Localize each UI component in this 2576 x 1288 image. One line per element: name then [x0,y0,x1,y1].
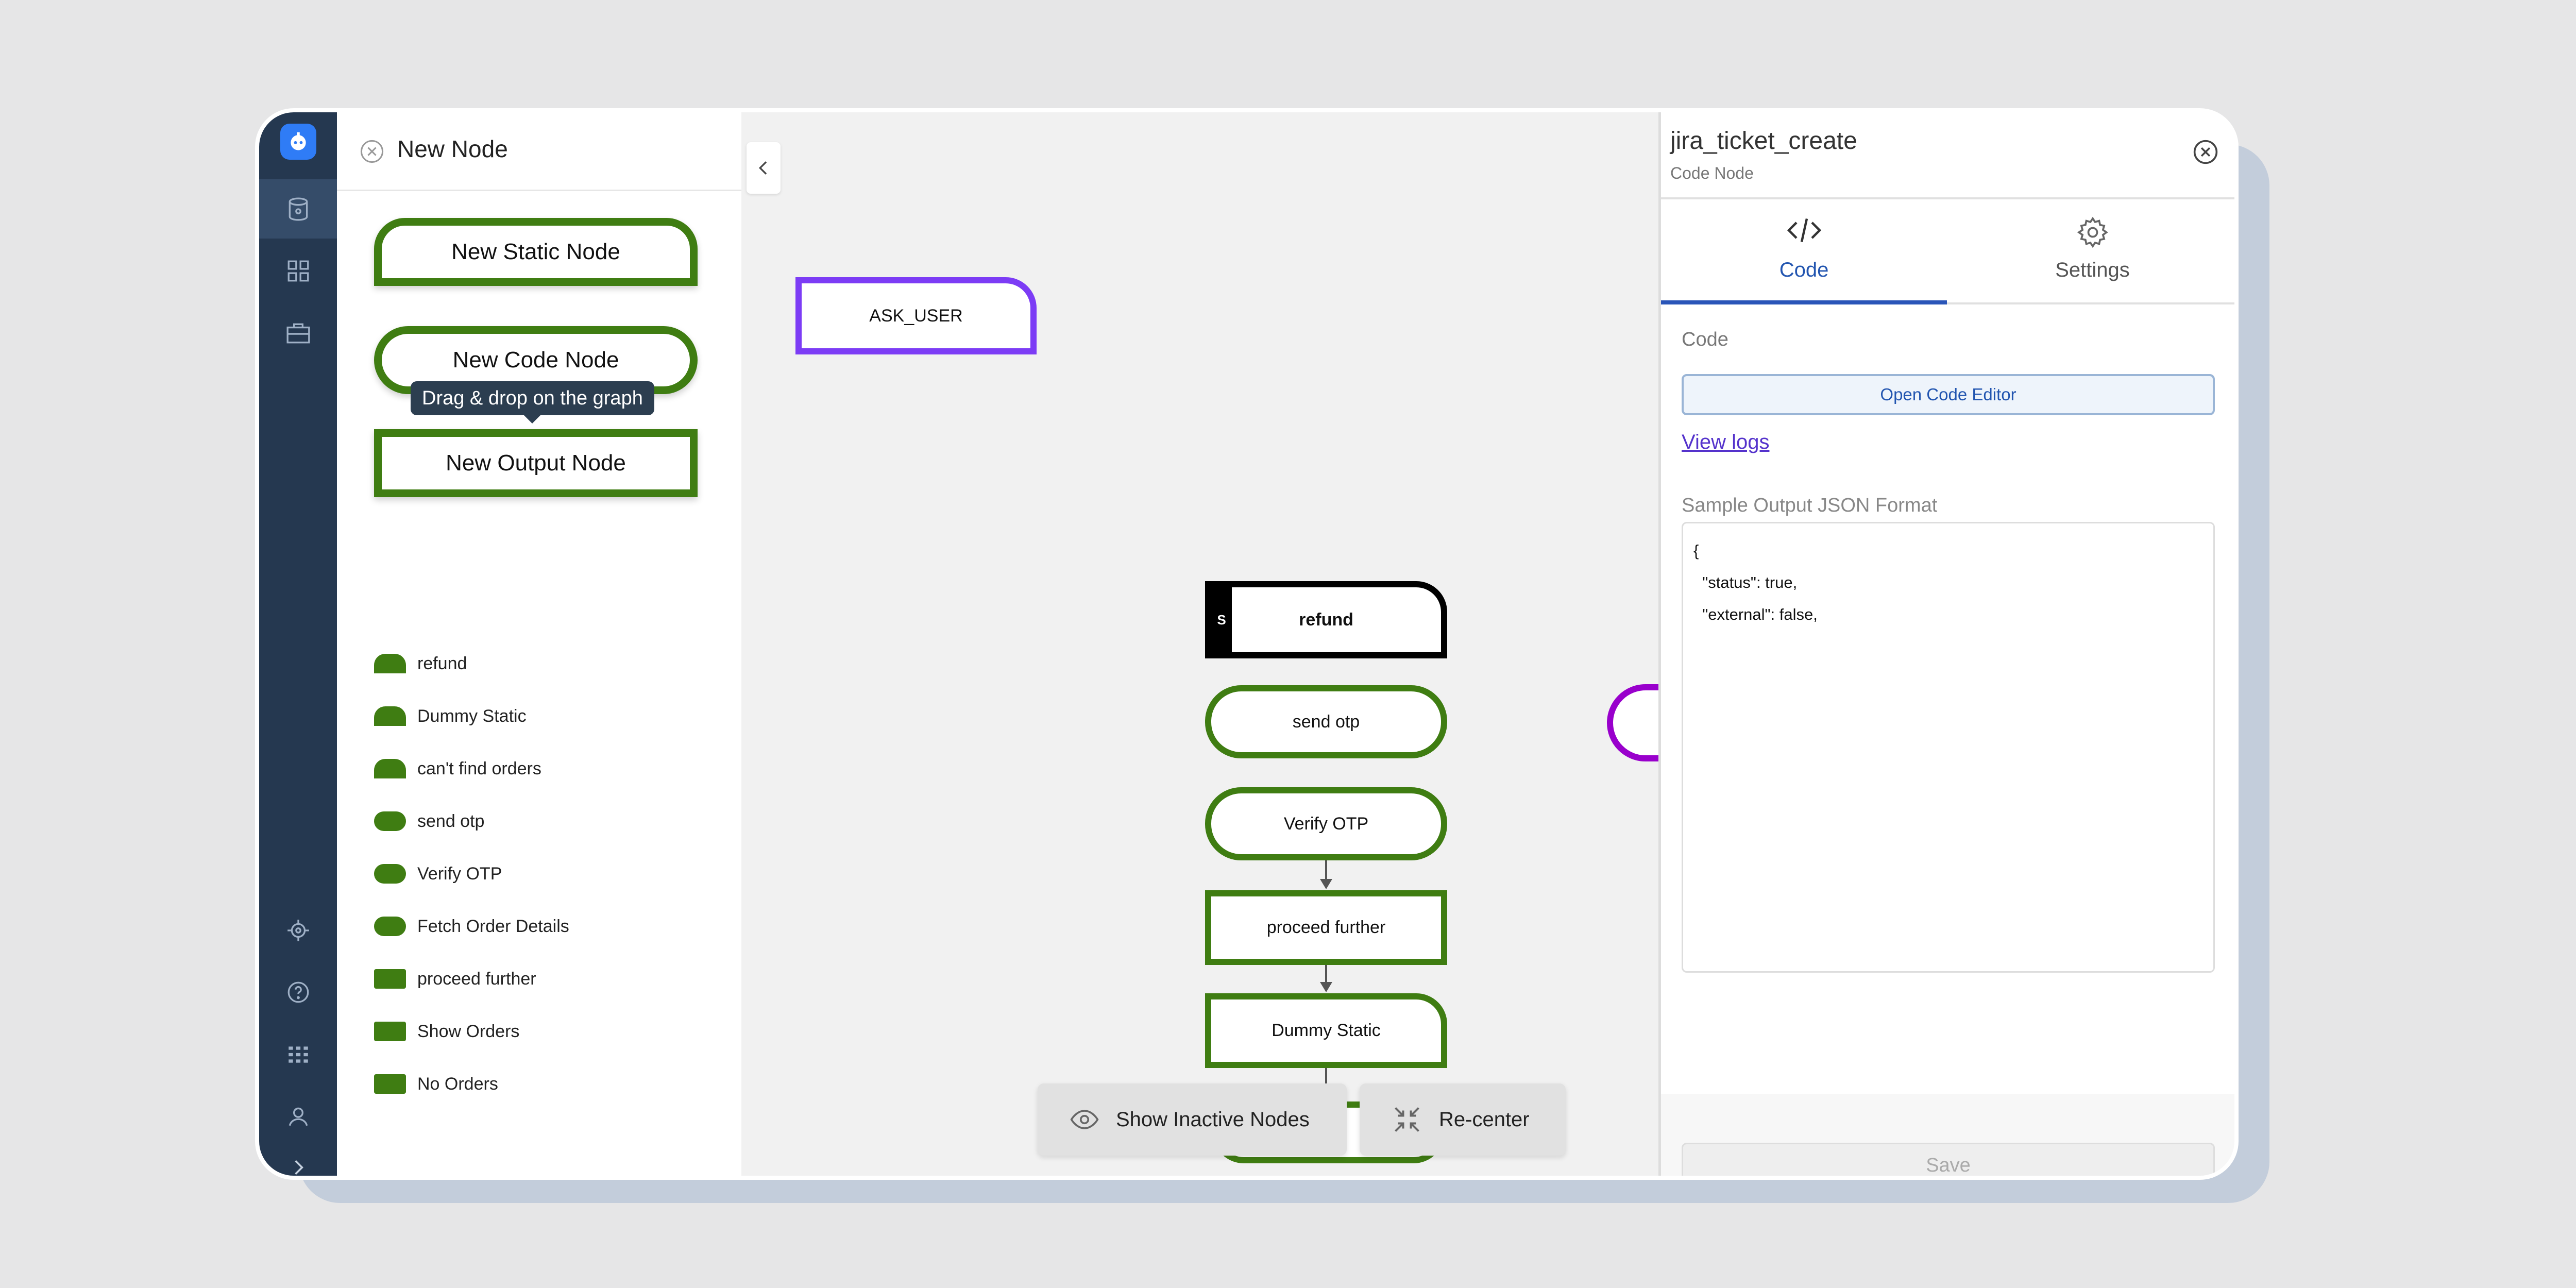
graph-node-ask-user[interactable]: ASK_USER [795,277,1037,354]
list-item[interactable]: No Orders [374,1069,498,1099]
tab-code[interactable]: Code [1661,199,1947,304]
apps-grid-icon [285,1041,311,1067]
static-node-icon [374,654,406,673]
help-icon [285,979,311,1005]
node-label: Verify OTP [1284,814,1368,834]
close-panel-icon[interactable] [2192,138,2219,166]
drag-drop-tooltip: Drag & drop on the graph [411,381,654,415]
node-label: proceed further [1267,918,1386,938]
list-item-label: No Orders [417,1074,498,1094]
recenter-button[interactable]: Re-center [1360,1083,1566,1156]
list-item[interactable]: Verify OTP [374,858,502,889]
open-code-editor-button[interactable]: Open Code Editor [1682,374,2215,415]
edge [1325,965,1327,984]
close-icon[interactable] [359,138,385,165]
list-item[interactable]: can't find orders [374,753,541,784]
static-badge: S [1211,587,1232,652]
new-static-node-button[interactable]: New Static Node [374,218,698,286]
rail-item-apps[interactable] [259,241,337,300]
list-item-label: Fetch Order Details [417,917,569,937]
graph-node-dummy-static[interactable]: Dummy Static [1205,993,1447,1068]
panel-title: New Node [397,135,508,163]
list-item-label: Show Orders [417,1022,519,1042]
json-format-label: Sample Output JSON Format [1682,495,1937,517]
view-logs-link[interactable]: View logs [1682,431,1769,454]
list-item[interactable]: Fetch Order Details [374,911,569,942]
rail-item-help[interactable] [259,962,337,1022]
list-item[interactable]: refund [374,648,467,679]
edge-arrow [1320,879,1332,889]
code-icon [1784,215,1825,246]
graph-node-proceed-further[interactable]: proceed further [1205,890,1447,965]
bot-icon [285,918,311,943]
rail-item-bot[interactable] [259,901,337,960]
tab-settings[interactable]: Settings [1950,199,2235,300]
briefcase-icon [285,320,311,346]
code-node-icon [374,917,406,936]
show-inactive-label: Show Inactive Nodes [1116,1108,1310,1131]
recenter-icon [1392,1104,1422,1135]
list-item-label: proceed further [417,969,536,989]
new-output-node-button[interactable]: New Output Node [374,429,698,497]
rail-item-profile[interactable] [259,1086,337,1145]
list-item-label: send otp [417,811,484,832]
list-item-label: refund [417,654,467,674]
bot-logo-icon[interactable] [280,124,316,160]
graph-canvas[interactable]: ASK_USER S refund send otp Verify OTP pr… [741,112,1658,1176]
rail-item-tools[interactable] [259,303,337,362]
user-icon [285,1103,311,1129]
grid-icon [285,258,311,284]
list-item[interactable]: Show Orders [374,1016,519,1047]
list-item-label: Dummy Static [417,706,527,726]
new-node-panel: New Node New Static Node New Code Node N… [337,112,747,1176]
nav-rail [259,112,337,1176]
save-button[interactable]: Save [1682,1143,2215,1180]
node-title: jira_ticket_create [1670,127,1857,155]
static-node-icon [374,706,406,726]
node-type: Code Node [1670,164,1754,183]
node-label: send otp [1293,712,1360,732]
output-node-icon [374,969,406,989]
code-node-icon [374,864,406,884]
sample-json-textarea[interactable]: { "status": true, "external": false, [1682,522,2215,973]
code-section-label: Code [1682,329,1728,351]
recenter-label: Re-center [1439,1108,1530,1131]
tab-code-label: Code [1661,259,1947,282]
list-item[interactable]: proceed further [374,963,536,994]
panel-header: New Node [337,112,741,191]
node-label: refund [1299,610,1353,630]
gear-icon [2072,215,2113,250]
list-item[interactable]: send otp [374,806,484,837]
rail-expand[interactable] [259,1138,337,1180]
panel-tabs: Code Settings [1661,197,2238,304]
graph-node-send-otp[interactable]: send otp [1205,685,1447,758]
edge [1325,860,1327,881]
collapse-panel-button[interactable] [747,142,781,194]
chevron-right-icon [287,1156,310,1179]
graph-node-refund[interactable]: S refund [1205,581,1447,658]
edge-arrow [1320,982,1332,992]
node-label: ASK_USER [869,306,962,326]
show-inactive-nodes-button[interactable]: Show Inactive Nodes [1038,1083,1347,1156]
database-icon [285,196,311,222]
list-item-label: Verify OTP [417,864,502,884]
rail-item-apps-launcher[interactable] [259,1024,337,1083]
list-item[interactable]: Dummy Static [374,701,527,732]
node-detail-panel: jira_ticket_create Code Node Code Settin… [1658,112,2239,1176]
eye-icon [1070,1105,1099,1134]
static-node-icon [374,759,406,778]
graph-node-verify-otp[interactable]: Verify OTP [1205,787,1447,860]
output-node-icon [374,1022,406,1041]
rail-item-flows[interactable] [259,179,337,239]
code-node-icon [374,811,406,831]
tab-settings-label: Settings [1950,259,2235,282]
list-item-label: can't find orders [417,759,541,779]
graph-node-offscreen[interactable] [1607,684,1658,761]
node-label: Dummy Static [1272,1021,1381,1041]
app-window: New Node New Static Node New Code Node N… [255,108,2239,1180]
chevron-left-icon [753,158,774,178]
output-node-icon [374,1074,406,1094]
